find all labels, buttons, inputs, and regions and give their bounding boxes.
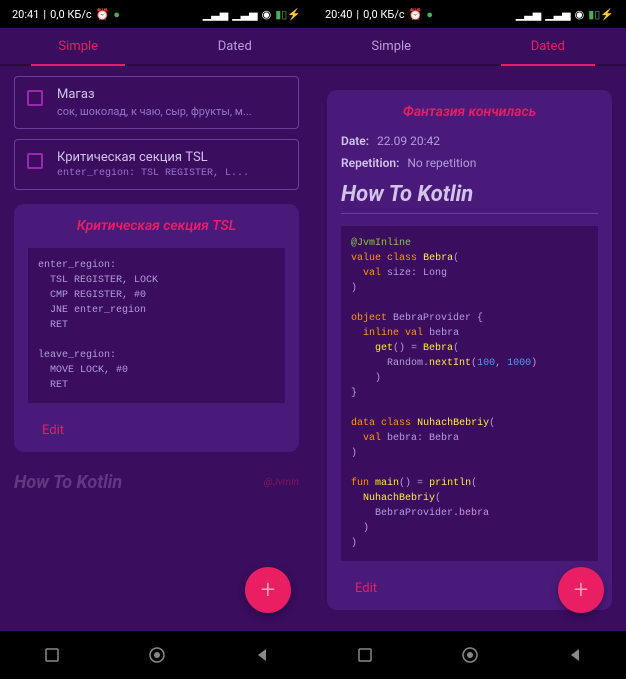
status-speed: 0,0 КБ/с (50, 8, 92, 21)
note-title: Критическая секция TSL (57, 150, 286, 165)
card-title: Фантазия кончилась (341, 104, 598, 120)
note-card: Фантазия кончилась Date: 22.09 20:42 Rep… (327, 90, 612, 610)
alarm-icon: ⏰ (409, 8, 423, 21)
nav-recent-icon[interactable] (356, 646, 374, 664)
note-item[interactable]: Магаз сок, шоколад, к чаю, сыр, фрукты, … (14, 76, 299, 129)
status-indicators: ▁▃▅ ▁▃▅ ◉ ▮▯⚡ (516, 8, 614, 21)
dot-icon: ● (426, 8, 433, 21)
nav-bar (313, 631, 626, 679)
tab-dated[interactable]: Dated (470, 28, 626, 64)
fab-add-button[interactable]: + (558, 567, 604, 613)
nav-bar (0, 631, 313, 679)
nav-back-icon[interactable] (254, 647, 270, 663)
nav-back-icon[interactable] (567, 647, 583, 663)
signal-icon: ▁▃▅ (516, 8, 541, 21)
phone-right: 20:40 | 0,0 КБ/с ⏰ ● ▁▃▅ ▁▃▅ ◉ ▮▯⚡ Simpl… (313, 0, 626, 679)
dot-icon: ● (113, 8, 120, 21)
nav-home-icon[interactable] (460, 645, 480, 665)
note-title: Магаз (57, 87, 286, 102)
status-time: 20:41 (12, 8, 39, 21)
note-subtitle: enter_region: TSL REGISTER, L... (57, 168, 286, 179)
status-time: 20:40 (325, 8, 352, 21)
tab-bar: Simple Dated (313, 28, 626, 66)
repetition-value: No repetition (407, 156, 476, 170)
ghost-item: How To Kotlin @JvmIn (14, 472, 299, 493)
phone-left: 20:41 | 0,0 КБ/с ⏰ ● ▁▃▅ ▁▃▅ ◉ ▮▯⚡ Simpl… (0, 0, 313, 679)
card-heading: How To Kotlin (341, 182, 598, 214)
tab-dated[interactable]: Dated (157, 28, 314, 64)
date-value: 22.09 20:42 (377, 134, 440, 148)
checkbox[interactable] (27, 90, 43, 106)
date-label: Date: (341, 134, 369, 148)
battery-icon: ▮▯⚡ (275, 8, 301, 21)
wifi-icon: ◉ (262, 8, 272, 21)
signal-icon: ▁▃▅ (232, 8, 257, 21)
status-bar: 20:41 | 0,0 КБ/с ⏰ ● ▁▃▅ ▁▃▅ ◉ ▮▯⚡ (0, 0, 313, 28)
tab-simple[interactable]: Simple (0, 28, 157, 64)
signal-icon: ▁▃▅ (545, 8, 570, 21)
status-speed: 0,0 КБ/с (363, 8, 405, 21)
alarm-icon: ⏰ (96, 8, 110, 21)
code-block: enter_region: TSL REGISTER, LOCK CMP REG… (28, 248, 285, 403)
status-indicators: ▁▃▅ ▁▃▅ ◉ ▮▯⚡ (203, 8, 301, 21)
tab-bar: Simple Dated (0, 28, 313, 66)
signal-icon: ▁▃▅ (203, 8, 228, 21)
edit-button[interactable]: Edit (28, 417, 285, 438)
checkbox[interactable] (27, 153, 43, 169)
note-subtitle: сок, шоколад, к чаю, сыр, фрукты, м... (57, 105, 286, 118)
wifi-icon: ◉ (575, 8, 585, 21)
nav-home-icon[interactable] (147, 645, 167, 665)
status-bar: 20:40 | 0,0 КБ/с ⏰ ● ▁▃▅ ▁▃▅ ◉ ▮▯⚡ (313, 0, 626, 28)
card-title: Критическая секция TSL (28, 218, 285, 234)
note-item[interactable]: Критическая секция TSL enter_region: TSL… (14, 139, 299, 190)
note-card: Критическая секция TSL enter_region: TSL… (14, 204, 299, 452)
nav-recent-icon[interactable] (43, 646, 61, 664)
repetition-label: Repetition: (341, 156, 399, 170)
fab-add-button[interactable]: + (245, 567, 291, 613)
tab-simple[interactable]: Simple (313, 28, 470, 64)
code-block: @JvmInline value class Bebra( val size: … (341, 226, 598, 561)
battery-icon: ▮▯⚡ (588, 8, 614, 21)
